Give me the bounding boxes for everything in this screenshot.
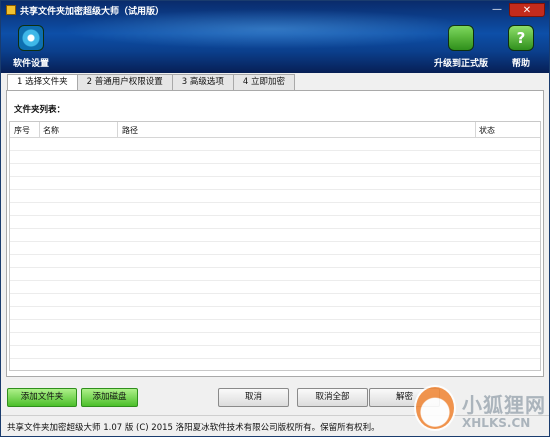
folder-table[interactable]: 序号 名称 路径 状态 <box>9 121 541 371</box>
help-icon: ? <box>508 25 534 51</box>
tab-encrypt-now[interactable]: 4 立即加密 <box>232 74 295 90</box>
cart-icon <box>448 25 474 51</box>
settings-button[interactable]: 软件设置 <box>1 25 61 69</box>
table-header: 序号 名称 路径 状态 <box>10 122 540 138</box>
minimize-button[interactable]: — <box>489 3 505 17</box>
column-divider[interactable] <box>475 122 476 138</box>
column-header-index[interactable]: 序号 <box>14 125 30 136</box>
folder-list-label: 文件夹列表： <box>14 105 66 115</box>
tab-select-folder[interactable]: 1 选择文件夹 <box>7 74 78 91</box>
help-button[interactable]: ? 帮助 <box>491 25 550 69</box>
tab-user-permissions[interactable]: 2 普通用户权限设置 <box>76 74 173 90</box>
gear-icon <box>18 25 44 51</box>
tab-panel: 文件夹列表： 序号 名称 路径 状态 <box>6 90 544 377</box>
cancel-all-button[interactable]: 取消全部 <box>297 388 368 407</box>
help-label: 帮助 <box>511 59 530 69</box>
fox-logo-icon <box>414 385 456 431</box>
header-banner: 共享文件夹加密超级大师（试用版） — ✕ 软件设置 升级到正式版 ? 帮助 <box>1 1 549 73</box>
column-divider[interactable] <box>117 122 118 138</box>
cancel-button[interactable]: 取消 <box>218 388 289 407</box>
column-header-path[interactable]: 路径 <box>122 125 138 136</box>
app-window: 共享文件夹加密超级大师（试用版） — ✕ 软件设置 升级到正式版 ? 帮助 1 … <box>0 0 550 437</box>
add-disk-button[interactable]: 添加磁盘 <box>81 388 138 407</box>
tab-advanced-options[interactable]: 3 高级选项 <box>171 74 234 90</box>
column-divider[interactable] <box>39 122 40 138</box>
upgrade-label: 升级到正式版 <box>433 59 488 69</box>
column-header-name[interactable]: 名称 <box>43 125 59 136</box>
watermark: 小狐狸网 XHLKS.CN <box>414 385 549 435</box>
app-icon <box>6 5 16 15</box>
watermark-domain: XHLKS.CN <box>462 416 531 430</box>
add-folder-button[interactable]: 添加文件夹 <box>7 388 77 407</box>
column-header-status[interactable]: 状态 <box>479 125 495 136</box>
window-title: 共享文件夹加密超级大师（试用版） <box>20 7 165 17</box>
watermark-text: 小狐狸网 <box>462 393 546 417</box>
close-button[interactable]: ✕ <box>509 3 545 17</box>
upgrade-button[interactable]: 升级到正式版 <box>426 25 496 69</box>
tab-bar: 1 选择文件夹 2 普通用户权限设置 3 高级选项 4 立即加密 <box>7 74 295 91</box>
settings-label: 软件设置 <box>12 59 49 69</box>
